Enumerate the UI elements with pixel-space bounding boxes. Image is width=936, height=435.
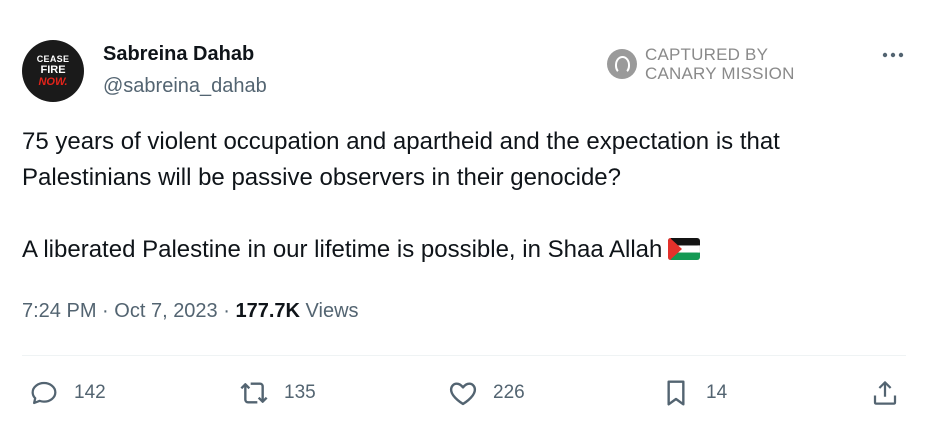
more-horizontal-icon bbox=[882, 52, 904, 58]
tweet-card: CEASE FIRE NOW. Sabreina Dahab @sabreina… bbox=[0, 0, 936, 435]
watermark-line-2: CANARY MISSION bbox=[645, 64, 795, 83]
more-options-button[interactable] bbox=[875, 40, 911, 70]
canary-logo-icon bbox=[607, 49, 637, 79]
views-label: Views bbox=[305, 300, 359, 322]
tweet-text: 75 years of violent occupation and apart… bbox=[22, 124, 912, 271]
tweet-paragraph-2-line: A liberated Palestine in our lifetime is… bbox=[22, 232, 912, 271]
repost-button[interactable]: 135 bbox=[238, 376, 316, 410]
repost-count: 135 bbox=[284, 382, 316, 403]
repost-icon bbox=[240, 382, 268, 404]
bookmark-icon bbox=[667, 380, 685, 406]
like-count: 226 bbox=[493, 382, 525, 403]
divider bbox=[22, 355, 906, 356]
palestine-flag-emoji bbox=[668, 235, 701, 271]
reply-button[interactable]: 142 bbox=[28, 376, 106, 410]
author-handle[interactable]: @sabreina_dahab bbox=[103, 75, 267, 98]
tweet-paragraph-1: 75 years of violent occupation and apart… bbox=[22, 128, 780, 191]
heart-icon bbox=[449, 382, 477, 406]
share-icon bbox=[873, 381, 897, 405]
bookmark-count: 14 bbox=[706, 382, 728, 403]
tweet-metadata: 7:24 PM · Oct 7, 2023 · 177.7K Views bbox=[22, 300, 359, 323]
share-button[interactable] bbox=[870, 376, 900, 410]
canary-mission-watermark: CAPTURED BY CANARY MISSION bbox=[607, 45, 795, 83]
reply-count: 142 bbox=[74, 382, 106, 403]
like-button[interactable]: 226 bbox=[447, 376, 525, 410]
watermark-text: CAPTURED BY CANARY MISSION bbox=[645, 45, 795, 83]
avatar-text-cease: CEASE bbox=[36, 53, 70, 64]
avatar[interactable]: CEASE FIRE NOW. bbox=[22, 40, 84, 102]
meta-separator-1: · bbox=[102, 300, 109, 322]
reply-icon bbox=[31, 381, 57, 405]
tweet-date[interactable]: Oct 7, 2023 bbox=[114, 300, 217, 322]
views-count: 177.7K bbox=[235, 300, 300, 322]
tweet-time[interactable]: 7:24 PM bbox=[22, 300, 96, 322]
avatar-text-now: NOW. bbox=[38, 75, 68, 88]
avatar-text-fire: FIRE bbox=[40, 63, 66, 76]
tweet-paragraph-2: A liberated Palestine in our lifetime is… bbox=[22, 236, 663, 263]
author-display-name[interactable]: Sabreina Dahab bbox=[103, 43, 254, 66]
meta-separator-2: · bbox=[223, 300, 230, 322]
bookmark-button[interactable]: 14 bbox=[660, 376, 727, 410]
watermark-line-1: CAPTURED BY bbox=[645, 45, 769, 64]
